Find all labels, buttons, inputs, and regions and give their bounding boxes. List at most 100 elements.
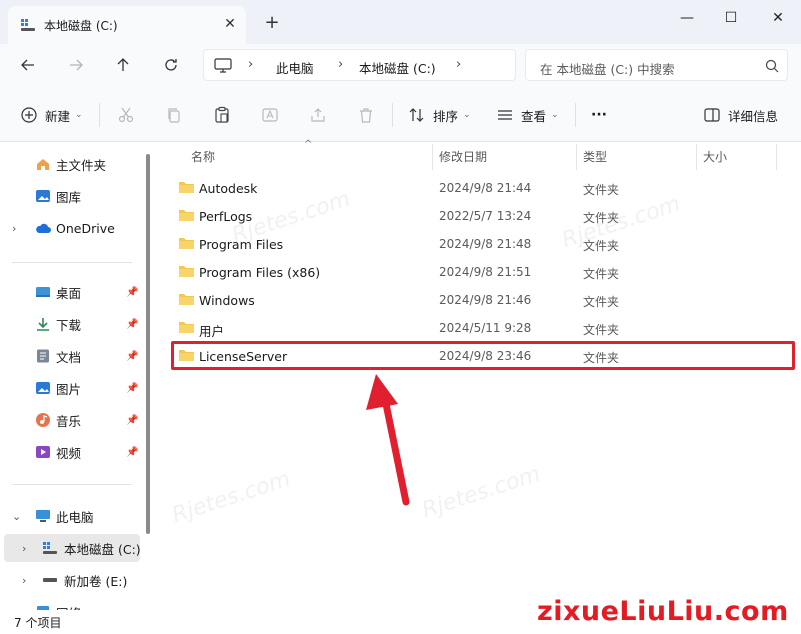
pin-icon[interactable]: 📌 bbox=[126, 415, 138, 426]
toolbar-divider bbox=[392, 103, 393, 127]
chevron-down-icon: ⌄ bbox=[551, 110, 559, 120]
cloud-icon bbox=[36, 223, 51, 233]
view-button[interactable]: 查看 ⌄ bbox=[496, 103, 559, 127]
new-button[interactable]: 新建 ⌄ bbox=[20, 103, 83, 127]
search-icon bbox=[765, 59, 779, 73]
sort-icon bbox=[409, 108, 424, 122]
drive-icon bbox=[43, 542, 57, 554]
navigation-pane: 主文件夹 图库 › OneDrive 桌面 📌 下载 📌 文档 📌 图片 📌 音… bbox=[0, 142, 158, 610]
sidebar-item-label: 图库 bbox=[56, 189, 82, 205]
sidebar-item-gallery[interactable]: 图库 bbox=[0, 182, 150, 210]
site-watermark: zixueLiuLiu.com bbox=[537, 596, 789, 627]
pin-icon[interactable]: 📌 bbox=[126, 447, 138, 458]
sort-button[interactable]: 排序 ⌄ bbox=[408, 103, 471, 127]
sidebar-item-label: 此电脑 bbox=[56, 509, 94, 525]
download-icon bbox=[37, 318, 49, 331]
rename-button[interactable] bbox=[261, 103, 279, 127]
sidebar-item-documents[interactable]: 文档 📌 bbox=[0, 342, 150, 370]
sidebar-item-label: 图片 bbox=[56, 381, 82, 397]
toolbar-divider bbox=[99, 103, 100, 127]
breadcrumb-separator[interactable]: › bbox=[456, 57, 461, 72]
sidebar-item-label: 本地磁盘 (C:) bbox=[64, 541, 141, 557]
new-tab-button[interactable]: + bbox=[262, 13, 282, 33]
breadcrumb-local-disk[interactable]: 本地磁盘 (C:) bbox=[359, 58, 436, 77]
list-view-icon bbox=[498, 110, 512, 120]
file-list: ^ 名称 修改日期 类型 大小 Autodesk 2024/9/8 21:44 … bbox=[160, 139, 801, 610]
pin-icon[interactable]: 📌 bbox=[126, 383, 138, 394]
sidebar-item-videos[interactable]: 视频 📌 bbox=[0, 438, 150, 466]
details-pane-button[interactable]: 详细信息 bbox=[703, 103, 778, 127]
video-icon bbox=[36, 446, 50, 458]
share-icon bbox=[311, 108, 325, 122]
command-bar: 新建 ⌄ 排序 ⌄ 查看 ⌄ ··· 详细信息 bbox=[0, 87, 801, 142]
home-icon bbox=[37, 159, 49, 170]
refresh-button[interactable] bbox=[159, 53, 183, 77]
share-button[interactable] bbox=[309, 103, 327, 127]
chevron-down-icon: ⌄ bbox=[463, 110, 471, 120]
pin-icon[interactable]: 📌 bbox=[126, 287, 138, 298]
sidebar-item-downloads[interactable]: 下载 📌 bbox=[0, 310, 150, 338]
scissors-icon bbox=[118, 107, 134, 123]
tab-close-button[interactable]: ✕ bbox=[220, 14, 240, 34]
cut-button[interactable] bbox=[117, 103, 135, 127]
address-bar[interactable]: › 此电脑 › 本地磁盘 (C:) › bbox=[203, 49, 516, 81]
up-button[interactable] bbox=[111, 53, 135, 77]
sidebar-item-pictures[interactable]: 图片 📌 bbox=[0, 374, 150, 402]
rename-icon bbox=[262, 108, 278, 122]
sidebar-item-label: 音乐 bbox=[56, 413, 82, 429]
gallery-icon bbox=[36, 190, 50, 202]
chevron-down-icon[interactable]: ⌄ bbox=[12, 510, 21, 523]
sidebar-item-desktop[interactable]: 桌面 📌 bbox=[0, 278, 150, 306]
view-label: 查看 bbox=[521, 108, 547, 124]
forward-button[interactable] bbox=[64, 53, 88, 77]
trash-icon bbox=[360, 108, 372, 123]
document-icon bbox=[37, 349, 49, 363]
new-label: 新建 bbox=[45, 108, 71, 124]
monitor-icon bbox=[214, 58, 232, 73]
chevron-down-icon: ⌄ bbox=[75, 110, 83, 120]
paste-button[interactable] bbox=[213, 103, 231, 127]
arrow-right-icon bbox=[70, 59, 83, 71]
item-count: 7 个项目 bbox=[14, 616, 62, 630]
toolbar-divider bbox=[575, 103, 576, 127]
sidebar-item-local-disk-c[interactable]: › 本地磁盘 (C:) bbox=[4, 534, 141, 562]
sidebar-item-network[interactable]: › 网络 bbox=[0, 598, 150, 610]
tab-local-disk[interactable]: 本地磁盘 (C:) ✕ bbox=[8, 6, 246, 44]
back-button[interactable] bbox=[16, 53, 40, 77]
search-box[interactable]: 在 本地磁盘 (C:) 中搜索 bbox=[525, 49, 788, 81]
sidebar-item-new-volume-e[interactable]: › 新加卷 (E:) bbox=[0, 566, 150, 594]
chevron-right-icon[interactable]: › bbox=[22, 574, 26, 587]
maximize-button[interactable]: ☐ bbox=[708, 4, 754, 32]
copy-icon bbox=[168, 108, 180, 123]
sidebar-item-home[interactable]: 主文件夹 bbox=[0, 150, 150, 178]
sidebar-item-this-pc[interactable]: ⌄ 此电脑 bbox=[0, 502, 150, 530]
tab-title: 本地磁盘 (C:) bbox=[44, 19, 118, 33]
sidebar-item-music[interactable]: 音乐 📌 bbox=[0, 406, 150, 434]
drive-icon bbox=[43, 578, 57, 582]
breadcrumb-separator: › bbox=[248, 57, 254, 72]
sidebar-item-onedrive[interactable]: › OneDrive bbox=[0, 214, 150, 242]
details-pane-icon bbox=[704, 108, 720, 122]
sidebar-scrollbar[interactable] bbox=[146, 154, 150, 534]
breadcrumb-this-pc[interactable]: 此电脑 bbox=[276, 58, 314, 77]
close-window-button[interactable]: ✕ bbox=[755, 4, 801, 32]
picture-icon bbox=[36, 382, 50, 394]
delete-button[interactable] bbox=[357, 103, 375, 127]
sidebar-item-label: 新加卷 (E:) bbox=[64, 573, 128, 589]
copy-button[interactable] bbox=[165, 103, 183, 127]
clipboard-icon bbox=[215, 106, 229, 123]
pin-icon[interactable]: 📌 bbox=[126, 319, 138, 330]
more-button[interactable]: ··· bbox=[591, 103, 607, 127]
red-arrow-annotation bbox=[366, 374, 410, 506]
plus-circle-icon bbox=[21, 107, 37, 123]
search-placeholder: 在 本地磁盘 (C:) 中搜索 bbox=[540, 62, 675, 77]
refresh-icon bbox=[165, 59, 177, 71]
chevron-right-icon[interactable]: › bbox=[22, 542, 26, 555]
minimize-button[interactable]: — bbox=[664, 4, 710, 32]
sidebar-item-label: OneDrive bbox=[56, 220, 115, 236]
pin-icon[interactable]: 📌 bbox=[126, 351, 138, 362]
sidebar-divider bbox=[12, 262, 132, 263]
chevron-right-icon[interactable]: › bbox=[12, 222, 16, 235]
sort-label: 排序 bbox=[433, 108, 459, 124]
breadcrumb-separator: › bbox=[338, 57, 344, 72]
